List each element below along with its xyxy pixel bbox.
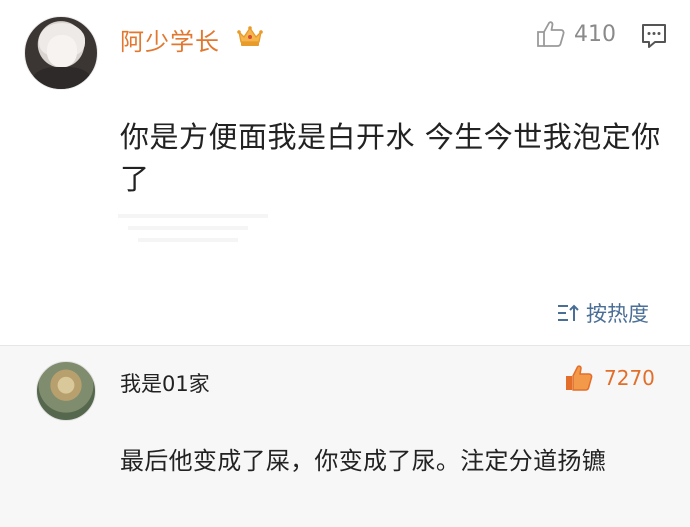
crown-icon — [237, 26, 263, 46]
avatar[interactable] — [24, 16, 98, 90]
sort-icon — [558, 304, 579, 321]
reply-like-button[interactable]: 7270 — [564, 364, 655, 392]
like-button[interactable]: 410 — [536, 20, 616, 48]
comment-card: 阿少学长 410 你是方便面我是白开水 今生今世我泡定你了 按热度 — [0, 0, 690, 345]
reply-username[interactable]: 我是01家 — [120, 368, 210, 398]
blurred-metadata — [122, 72, 232, 82]
thumbs-up-icon — [537, 21, 565, 47]
thumbs-up-filled-icon — [566, 365, 593, 391]
like-count: 410 — [574, 21, 616, 47]
username[interactable]: 阿少学长 — [120, 22, 220, 57]
comment-text: 你是方便面我是白开水 今生今世我泡定你了 — [120, 120, 661, 196]
reply-avatar[interactable] — [36, 361, 96, 421]
reply-card: 我是01家 7270 最后他变成了屎，你变成了尿。注定分道扬镳 — [0, 346, 690, 527]
reply-text: 最后他变成了屎，你变成了尿。注定分道扬镳 — [120, 447, 606, 475]
watermark — [118, 214, 268, 242]
avatar-face — [47, 35, 77, 67]
comment-icon[interactable] — [640, 22, 668, 50]
sort-label: 按热度 — [586, 302, 649, 326]
reply-like-count: 7270 — [604, 366, 655, 390]
sort-by-hot-button[interactable]: 按热度 — [556, 298, 649, 328]
blurred-metadata — [122, 402, 232, 412]
avatar-body — [33, 67, 91, 89]
